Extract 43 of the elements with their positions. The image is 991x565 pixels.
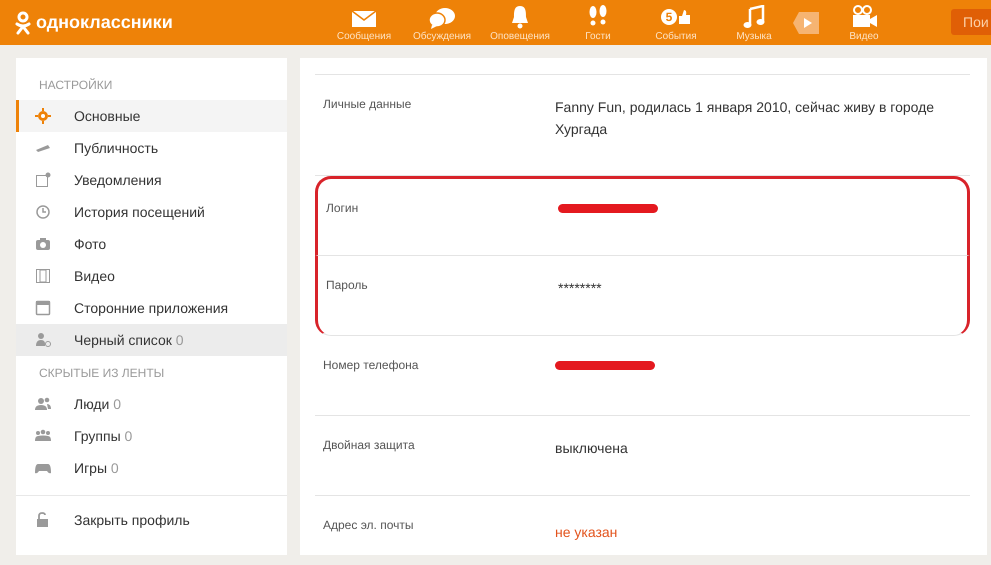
field-label: Пароль: [326, 278, 369, 294]
envelope-icon: [351, 9, 377, 29]
play-icon[interactable]: [793, 12, 819, 34]
sidebar-item[interactable]: Группы 0: [16, 420, 287, 452]
sidebar-icon: [35, 300, 51, 316]
sidebar-icon: [35, 204, 51, 220]
section-title: НАСТРОЙКИ: [38, 78, 114, 94]
field-value: выключена: [555, 439, 629, 458]
field-label: Номер телефона: [323, 358, 420, 374]
field-value[interactable]: не указан: [555, 524, 618, 540]
sidebar-icon: [35, 428, 51, 444]
sidebar-item[interactable]: История посещений: [16, 196, 287, 228]
bell-icon: [509, 5, 531, 29]
sidebar-icon: [35, 108, 51, 124]
sidebar-icon: [35, 396, 51, 412]
events-count: 5: [661, 9, 677, 25]
logo-icon[interactable]: [15, 10, 31, 34]
sidebar-item[interactable]: Видео: [16, 260, 287, 292]
sidebar-item[interactable]: Закрыть профиль: [16, 504, 287, 536]
field-label: Логин: [326, 201, 360, 217]
field-value: Fanny Fun, родилась 1 января 2010, сейчас живу в городе Хургада: [555, 98, 936, 139]
sidebar-item[interactable]: Люди 0: [16, 388, 287, 420]
field-label: Личные данные: [323, 97, 412, 113]
sidebar-icon: [35, 236, 51, 252]
chat-icon: [428, 7, 456, 29]
sidebar-item[interactable]: Публичность: [16, 132, 287, 164]
field-label: Адрес эл. почты: [323, 518, 414, 534]
padlock-icon: [35, 512, 51, 528]
sidebar-item[interactable]: Игры 0: [16, 452, 287, 484]
section-title: СКРЫТЫЕ ИЗ ЛЕНТЫ: [38, 365, 166, 382]
sidebar-item[interactable]: Фото: [16, 228, 287, 260]
sidebar-item[interactable]: Сторонние приложения: [16, 292, 287, 324]
sidebar-icon: [35, 172, 51, 188]
sidebar-item[interactable]: Основные: [16, 100, 287, 132]
sidebar-icon: [35, 268, 51, 284]
sidebar-item[interactable]: Черный список 0: [16, 324, 287, 356]
music-note-icon: [743, 5, 765, 29]
video-camera-icon: [850, 5, 878, 29]
sidebar-icon: [35, 332, 51, 348]
field-label: Двойная защита: [323, 438, 416, 454]
sidebar-item[interactable]: Уведомления: [16, 164, 287, 196]
field-value: ********: [558, 279, 603, 298]
thumbs-up-icon: [677, 9, 691, 25]
